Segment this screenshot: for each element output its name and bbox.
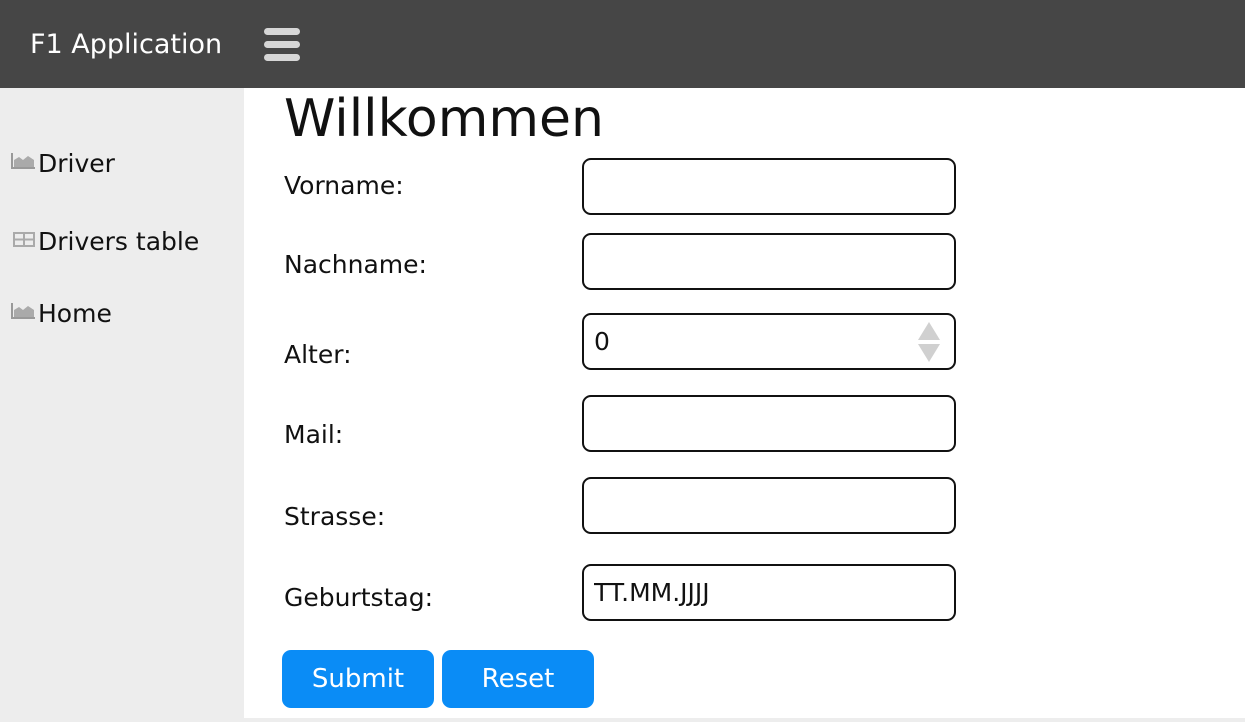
area-chart-icon xyxy=(10,302,38,322)
bottom-divider xyxy=(0,718,1245,722)
sidebar: Driver Drivers table Home xyxy=(0,88,244,722)
table-icon xyxy=(10,230,38,250)
reset-button[interactable]: Reset xyxy=(442,650,594,708)
submit-button[interactable]: Submit xyxy=(282,650,434,708)
vorname-label: Vorname: xyxy=(284,171,404,200)
mail-label: Mail: xyxy=(284,420,344,449)
app-title: F1 Application xyxy=(30,29,223,60)
area-chart-icon xyxy=(10,152,38,172)
main-content: Willkommen Vorname: Nachname: Alter: Mai… xyxy=(244,88,1245,718)
sidebar-item-label: Home xyxy=(38,299,112,328)
nachname-label: Nachname: xyxy=(284,250,427,279)
geburtstag-input[interactable] xyxy=(582,564,956,621)
number-stepper[interactable] xyxy=(916,320,942,364)
nachname-input[interactable] xyxy=(582,233,956,290)
top-app-bar: F1 Application xyxy=(0,0,1245,88)
sidebar-item-driver[interactable]: Driver xyxy=(10,147,240,181)
strasse-input[interactable] xyxy=(582,477,956,534)
sidebar-item-label: Drivers table xyxy=(38,227,200,256)
vorname-input[interactable] xyxy=(582,158,956,215)
alter-input[interactable] xyxy=(582,313,956,370)
sidebar-item-drivers-table[interactable]: Drivers table xyxy=(10,225,240,259)
strasse-label: Strasse: xyxy=(284,502,386,531)
alter-label: Alter: xyxy=(284,340,352,369)
sidebar-item-home[interactable]: Home xyxy=(10,297,240,331)
mail-input[interactable] xyxy=(582,395,956,452)
geburtstag-label: Geburtstag: xyxy=(284,583,433,612)
hamburger-menu-icon[interactable] xyxy=(263,28,301,62)
page-title: Willkommen xyxy=(284,89,604,149)
sidebar-item-label: Driver xyxy=(38,149,115,178)
